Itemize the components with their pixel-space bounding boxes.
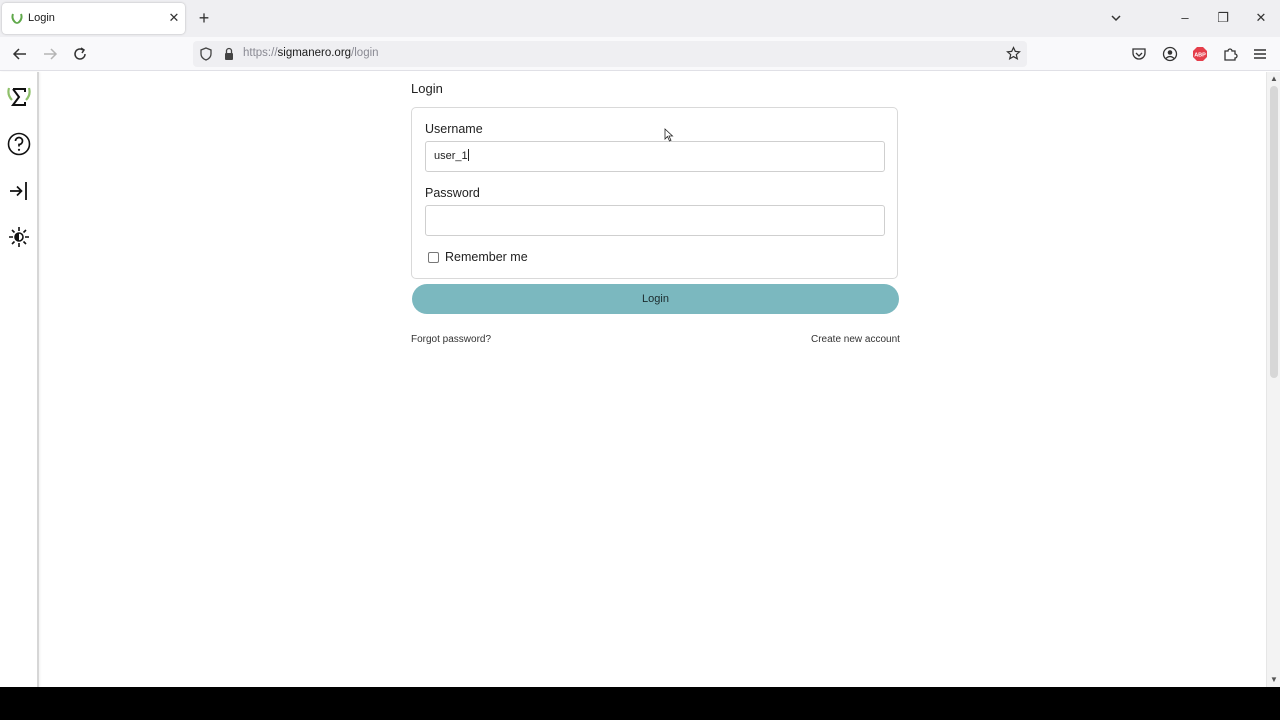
forward-arrow-icon[interactable]	[41, 45, 59, 63]
window-close-icon[interactable]: ✕	[1253, 10, 1269, 26]
navigation-toolbar: https://sigmanero.org/login ABP	[0, 37, 1280, 71]
lock-icon[interactable]	[222, 47, 236, 61]
mouse-pointer-icon	[664, 128, 674, 142]
adblock-plus-icon[interactable]: ABP	[1192, 46, 1208, 62]
new-tab-button[interactable]: +	[195, 9, 213, 27]
page-content: Login Username user_1 Password Remember …	[0, 72, 1266, 687]
scroll-up-icon[interactable]: ▲	[1269, 74, 1279, 84]
username-value: user_1	[434, 150, 468, 162]
hamburger-menu-icon[interactable]	[1252, 46, 1268, 62]
back-arrow-icon[interactable]	[11, 45, 29, 63]
page-scrollbar[interactable]: ▲ ▼	[1266, 72, 1280, 687]
url-bar[interactable]: https://sigmanero.org/login	[193, 41, 1027, 67]
browser-window: Login ✕ + – ❐ ✕ https://sigmanero.org/lo…	[0, 0, 1280, 687]
remember-me-checkbox[interactable]	[428, 252, 439, 263]
shield-icon[interactable]	[199, 47, 213, 61]
tab-strip: Login ✕ + – ❐ ✕	[0, 0, 1280, 37]
left-sidebar	[0, 72, 39, 687]
url-host: sigmanero.org	[277, 47, 352, 59]
account-icon[interactable]	[1162, 46, 1178, 62]
password-input[interactable]	[425, 205, 885, 236]
create-account-link[interactable]: Create new account	[811, 334, 900, 345]
pocket-icon[interactable]	[1131, 46, 1147, 62]
url-scheme: https://	[243, 47, 278, 59]
list-all-tabs-icon[interactable]	[1108, 10, 1124, 26]
theme-toggle-icon[interactable]	[7, 225, 31, 249]
forgot-password-link[interactable]: Forgot password?	[411, 334, 491, 345]
tab-login[interactable]: Login ✕	[2, 3, 185, 34]
sign-in-icon[interactable]	[7, 179, 31, 203]
tab-close-icon[interactable]: ✕	[167, 11, 181, 25]
remember-me-label[interactable]: Remember me	[445, 250, 528, 264]
url-path: /login	[351, 47, 379, 59]
restore-icon[interactable]: ❐	[1215, 10, 1231, 26]
minimize-icon[interactable]: –	[1177, 10, 1193, 26]
login-button[interactable]: Login	[412, 284, 899, 314]
password-label: Password	[425, 186, 480, 200]
scroll-down-icon[interactable]: ▼	[1269, 675, 1279, 685]
svg-text:ABP: ABP	[1194, 53, 1206, 59]
page-title: Login	[411, 81, 443, 96]
laurel-favicon-icon	[10, 11, 24, 25]
text-caret	[467, 149, 469, 161]
help-icon[interactable]	[7, 132, 31, 156]
login-form: Username user_1 Password Remember me	[411, 107, 898, 279]
url-text[interactable]: https://sigmanero.org/login	[243, 47, 379, 59]
extensions-puzzle-icon[interactable]	[1222, 46, 1238, 62]
tab-title: Login	[28, 12, 55, 24]
bookmark-star-icon[interactable]	[1006, 46, 1021, 61]
reload-icon[interactable]	[71, 45, 89, 63]
sigma-logo-icon[interactable]	[7, 85, 31, 109]
username-label: Username	[425, 122, 483, 136]
scroll-thumb[interactable]	[1270, 86, 1278, 378]
username-input[interactable]: user_1	[425, 141, 885, 172]
